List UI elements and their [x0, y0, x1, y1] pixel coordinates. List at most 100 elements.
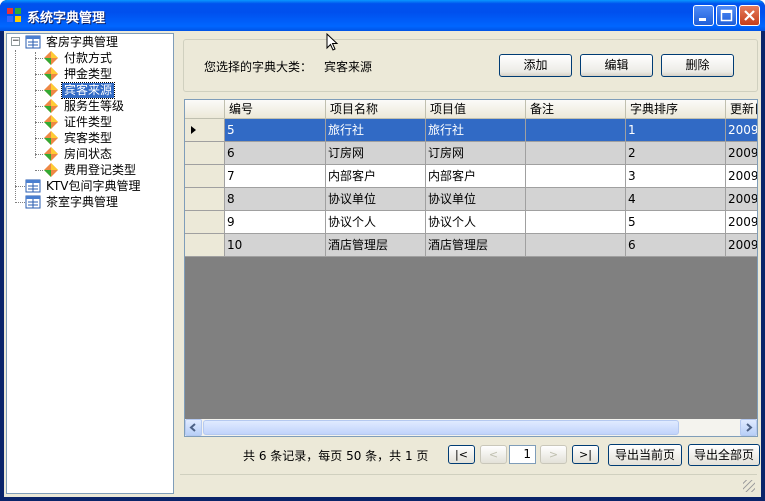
next-page-button[interactable]: >	[540, 445, 567, 464]
last-page-button[interactable]: >|	[572, 445, 599, 464]
cell-note[interactable]	[526, 188, 626, 211]
cell-value[interactable]: 协议单位	[426, 188, 526, 211]
scroll-right-button[interactable]	[740, 419, 757, 436]
arrow-left-icon	[189, 423, 196, 432]
add-button[interactable]: 添加	[499, 54, 572, 77]
cell-note[interactable]	[526, 234, 626, 257]
cell-id[interactable]: 5	[225, 119, 326, 142]
minimize-button[interactable]	[693, 5, 714, 26]
cell-note[interactable]	[526, 211, 626, 234]
cell-note[interactable]	[526, 142, 626, 165]
cell-updated[interactable]: 2009-	[726, 165, 757, 188]
title-bar[interactable]: 系统字典管理	[0, 0, 765, 31]
cell-name[interactable]: 订房网	[326, 142, 426, 165]
tree-node-payment[interactable]: 付款方式	[35, 50, 114, 66]
cell-name[interactable]: 协议单位	[326, 188, 426, 211]
cell-value[interactable]: 内部客户	[426, 165, 526, 188]
edit-button[interactable]: 编辑	[580, 54, 653, 77]
tree-node-root[interactable]: 客房字典管理	[25, 34, 120, 50]
column-header-name[interactable]: 项目名称	[326, 100, 426, 119]
dictionary-item-icon	[44, 147, 58, 161]
dictionary-item-icon	[44, 67, 58, 81]
cell-name[interactable]: 旅行社	[326, 119, 426, 142]
cell-updated[interactable]: 2009-	[726, 119, 757, 142]
tree-node-ktv[interactable]: KTV包间字典管理	[15, 178, 142, 194]
tree-line	[35, 52, 36, 158]
cell-updated[interactable]: 2009-	[726, 234, 757, 257]
cell-value[interactable]: 协议个人	[426, 211, 526, 234]
dictionary-tree[interactable]: − 客房字典管理 付款方式 押金类型 宾客来源 服务生等级 证件类型 宾客类型 …	[6, 33, 174, 494]
cell-id[interactable]: 6	[225, 142, 326, 165]
tree-node-id-type[interactable]: 证件类型	[35, 114, 114, 130]
table-row[interactable]: 9 协议个人 协议个人 5 2009-	[185, 211, 757, 234]
tree-node-guest-source[interactable]: 宾客来源	[35, 81, 116, 99]
row-header[interactable]	[185, 165, 225, 188]
resize-grip-icon[interactable]	[743, 480, 755, 492]
scroll-left-button[interactable]	[185, 419, 202, 436]
page-number-input[interactable]: 1	[509, 445, 536, 464]
table-row[interactable]: 10 酒店管理层 酒店管理层 6 2009-	[185, 234, 757, 257]
cell-name[interactable]: 酒店管理层	[326, 234, 426, 257]
tree-node-label: 宾客来源	[60, 81, 116, 99]
selected-category-label: 您选择的字典大类：	[204, 60, 313, 74]
cell-id[interactable]: 8	[225, 188, 326, 211]
row-header[interactable]	[185, 119, 225, 142]
table-row[interactable]: 8 协议单位 协议单位 4 2009-	[185, 188, 757, 211]
tree-node-fee-type[interactable]: 费用登记类型	[35, 162, 138, 178]
tree-node-guest-type[interactable]: 宾客类型	[35, 130, 114, 146]
cell-updated[interactable]: 2009-	[726, 188, 757, 211]
table-row[interactable]: 7 内部客户 内部客户 3 2009-	[185, 165, 757, 188]
cell-updated[interactable]: 2009-	[726, 142, 757, 165]
cell-value[interactable]: 订房网	[426, 142, 526, 165]
cell-note[interactable]	[526, 165, 626, 188]
first-page-button[interactable]: |<	[448, 445, 475, 464]
cell-name[interactable]: 协议个人	[326, 211, 426, 234]
export-all-pages-button[interactable]: 导出全部页	[688, 444, 760, 466]
cell-order[interactable]: 4	[626, 188, 726, 211]
cell-updated[interactable]: 2009-	[726, 211, 757, 234]
tree-node-tearoom[interactable]: 茶室字典管理	[15, 194, 120, 210]
tree-node-deposit[interactable]: 押金类型	[35, 66, 114, 82]
cell-note[interactable]	[526, 119, 626, 142]
cell-id[interactable]: 9	[225, 211, 326, 234]
tree-node-room-status[interactable]: 房间状态	[35, 146, 114, 162]
column-header-order[interactable]: 字典排序	[626, 100, 726, 119]
tree-collapse-toggle[interactable]: −	[11, 37, 20, 46]
tree-node-waiter-level[interactable]: 服务生等级	[35, 98, 126, 114]
tree-node-label: 服务生等级	[64, 98, 125, 113]
dictionary-item-icon	[44, 115, 58, 129]
row-header[interactable]	[185, 234, 225, 257]
column-header-note[interactable]: 备注	[526, 100, 626, 119]
mouse-cursor-icon	[326, 33, 339, 51]
row-header[interactable]	[185, 188, 225, 211]
cell-order[interactable]: 5	[626, 211, 726, 234]
cell-value[interactable]: 旅行社	[426, 119, 526, 142]
selected-category-value: 宾客来源	[324, 60, 373, 74]
cell-order[interactable]: 1	[626, 119, 726, 142]
column-header-updated[interactable]: 更新日	[726, 100, 757, 119]
table-row[interactable]: 6 订房网 订房网 2 2009-	[185, 142, 757, 165]
dictionary-grid[interactable]: 编号 项目名称 项目值 备注 字典排序 更新日 5 旅行社 旅行社 1 2009…	[184, 99, 758, 437]
horizontal-scrollbar[interactable]	[185, 419, 757, 436]
row-header[interactable]	[185, 142, 225, 165]
cell-order[interactable]: 3	[626, 165, 726, 188]
cell-id[interactable]: 7	[225, 165, 326, 188]
tree-node-label: 宾客类型	[64, 130, 113, 145]
cell-value[interactable]: 酒店管理层	[426, 234, 526, 257]
grid-header: 编号 项目名称 项目值 备注 字典排序 更新日	[185, 100, 757, 119]
scroll-thumb[interactable]	[203, 420, 679, 435]
delete-button[interactable]: 删除	[661, 54, 734, 77]
close-button[interactable]	[739, 5, 760, 26]
prev-page-button[interactable]: <	[480, 445, 507, 464]
cell-order[interactable]: 2	[626, 142, 726, 165]
column-header-value[interactable]: 项目值	[426, 100, 526, 119]
table-row[interactable]: 5 旅行社 旅行社 1 2009-	[185, 119, 757, 142]
row-header[interactable]	[185, 211, 225, 234]
column-header-id[interactable]: 编号	[225, 100, 326, 119]
maximize-button[interactable]	[716, 5, 737, 26]
export-current-page-button[interactable]: 导出当前页	[608, 444, 682, 466]
dictionary-item-icon	[44, 99, 58, 113]
cell-order[interactable]: 6	[626, 234, 726, 257]
cell-id[interactable]: 10	[225, 234, 326, 257]
cell-name[interactable]: 内部客户	[326, 165, 426, 188]
